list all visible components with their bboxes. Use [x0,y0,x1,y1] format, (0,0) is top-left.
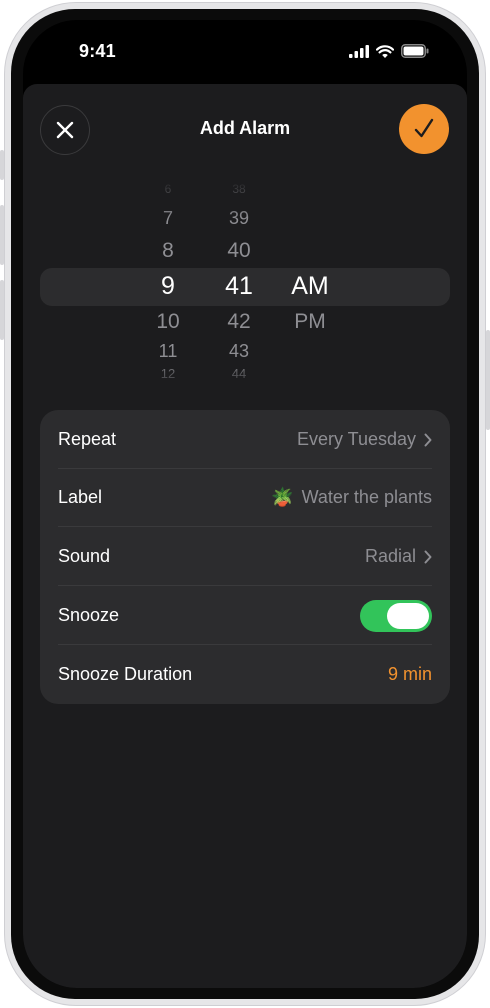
snooze-label: Snooze [58,605,120,625]
repeat-value-group: Every Tuesday [297,429,432,450]
minute-option: 42 [227,310,251,333]
period-option: PM [294,310,326,333]
sound-value: Radial [364,546,416,566]
volume-down-button [0,280,4,340]
status-time: 9:41 [79,41,116,61]
snooze-duration-row[interactable]: Snooze Duration 9 min [40,645,450,704]
action-button [0,150,4,180]
volume-up-button [0,205,4,265]
potted-plant-icon: 🪴 [271,487,294,507]
sound-row[interactable]: Sound Radial [40,527,450,586]
alarm-settings-card: Repeat Every Tuesday Label 🪴 Water the p… [40,410,450,704]
snooze-duration-label: Snooze Duration [58,664,193,684]
chevron-right-icon [424,550,432,563]
label-label: Label [58,487,103,507]
period-option-selected: AM [291,272,329,300]
repeat-row[interactable]: Repeat Every Tuesday [40,410,450,469]
label-row[interactable]: Label 🪴 Water the plants [40,468,450,527]
picker-fade-bottom [23,359,467,391]
battery-icon [401,44,429,58]
power-button [486,330,490,430]
repeat-value: Every Tuesday [296,429,416,449]
chevron-right-icon [424,433,432,446]
minute-option: 40 [227,239,251,262]
snooze-row: Snooze [40,586,450,645]
snooze-duration-value: 9 min [387,664,432,684]
repeat-label: Repeat [58,429,117,449]
confirm-button[interactable] [399,104,449,154]
hour-option-selected: 9 [161,272,175,300]
sound-label: Sound [58,546,111,566]
status-icons [349,44,429,58]
picker-fade-top [23,179,467,219]
add-alarm-sheet: Add Alarm 6 7 8 9 10 11 12 38 39 40 41 4… [23,84,467,988]
wifi-icon [376,44,394,58]
hour-option: 10 [156,310,180,333]
snooze-toggle[interactable] [360,600,432,632]
minute-option-selected: 41 [225,272,253,300]
cellular-signal-icon [349,44,369,58]
sound-value-group: Radial [365,546,432,567]
label-value-group: 🪴 Water the plants [271,487,432,508]
screen: 9:41 Add Alarm 8 9 10 11 40 41 42 43 AM … [23,20,467,988]
checkmark-icon [414,118,434,138]
label-value: Water the plants [301,487,432,507]
hour-option: 8 [162,239,174,262]
toggle-knob [387,603,429,629]
